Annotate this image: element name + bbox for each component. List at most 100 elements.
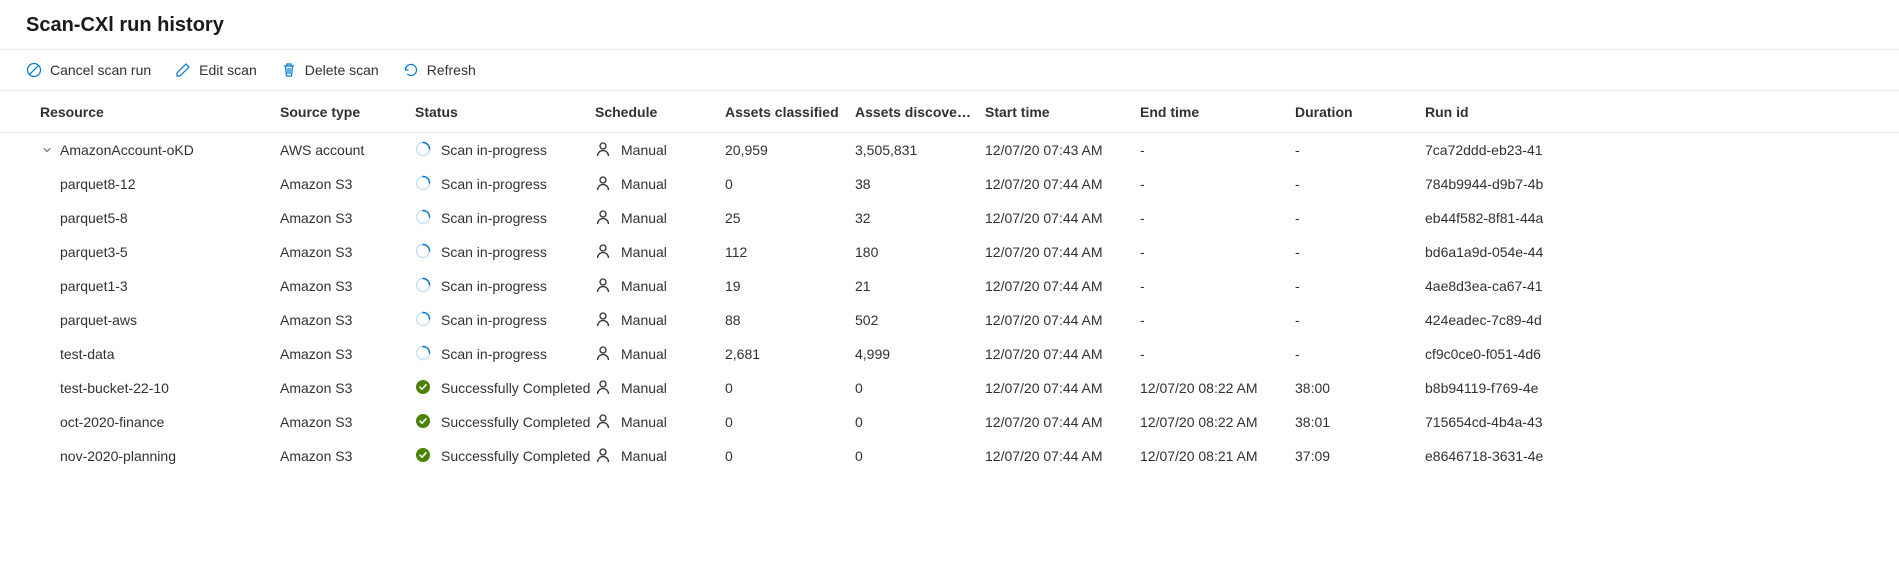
end-time-cell: - [1140, 278, 1295, 294]
start-time-cell: 12/07/20 07:44 AM [985, 210, 1140, 226]
delete-icon [281, 62, 297, 78]
resource-name: test-data [60, 346, 114, 362]
cancel-scan-run-label: Cancel scan run [50, 62, 151, 78]
col-end-time[interactable]: End time [1140, 104, 1295, 120]
source-type-cell: Amazon S3 [280, 210, 415, 226]
chevron-down-icon[interactable] [40, 144, 54, 156]
status-text: Scan in-progress [441, 210, 547, 226]
duration-cell: - [1295, 142, 1425, 158]
schedule-cell: Manual [595, 243, 725, 262]
resource-name: test-bucket-22-10 [60, 380, 169, 396]
table-row[interactable]: test-bucket-22-10 Amazon S3 Successfully C… [0, 371, 1899, 405]
spinner-icon [415, 141, 431, 160]
source-type-cell: Amazon S3 [280, 448, 415, 464]
resource-cell: oct-2020-finance [40, 414, 280, 430]
col-start-time[interactable]: Start time [985, 104, 1140, 120]
schedule-text: Manual [621, 346, 667, 362]
end-time-cell: - [1140, 312, 1295, 328]
edit-scan-button[interactable]: Edit scan [175, 60, 257, 80]
schedule-cell: Manual [595, 345, 725, 364]
schedule-cell: Manual [595, 175, 725, 194]
resource-cell: AmazonAccount-oKD [40, 142, 280, 158]
duration-cell: - [1295, 278, 1425, 294]
table-row[interactable]: parquet1-3Amazon S3Scan in-progressManua… [0, 269, 1899, 303]
run-id-cell: 7ca72ddd-eb23-41 [1425, 142, 1605, 158]
delete-scan-label: Delete scan [305, 62, 379, 78]
schedule-text: Manual [621, 448, 667, 464]
col-run-id[interactable]: Run id [1425, 104, 1605, 120]
assets-discovered-cell: 0 [855, 448, 985, 464]
table-row[interactable]: parquet5-8Amazon S3Scan in-progressManua… [0, 201, 1899, 235]
status-cell: Scan in-progress [415, 243, 595, 262]
table-header: Resource Source type Status Schedule Ass… [0, 91, 1899, 133]
schedule-text: Manual [621, 244, 667, 260]
run-id-cell: 4ae8d3ea-ca67-41 [1425, 278, 1605, 294]
person-icon [595, 413, 611, 432]
edit-icon [175, 62, 191, 78]
start-time-cell: 12/07/20 07:44 AM [985, 176, 1140, 192]
check-icon [415, 379, 431, 398]
start-time-cell: 12/07/20 07:44 AM [985, 448, 1140, 464]
table-row[interactable]: AmazonAccount-oKDAWS accountScan in-prog… [0, 133, 1899, 167]
table-row[interactable]: test-dataAmazon S3Scan in-progressManual… [0, 337, 1899, 371]
person-icon [595, 311, 611, 330]
start-time-cell: 12/07/20 07:44 AM [985, 278, 1140, 294]
schedule-text: Manual [621, 278, 667, 294]
table-row[interactable]: parquet8-12Amazon S3Scan in-progressManu… [0, 167, 1899, 201]
source-type-cell: AWS account [280, 142, 415, 158]
refresh-button[interactable]: Refresh [403, 60, 476, 80]
start-time-cell: 12/07/20 07:44 AM [985, 346, 1140, 362]
schedule-cell: Manual [595, 141, 725, 160]
assets-discovered-cell: 180 [855, 244, 985, 260]
status-cell: Successfully Completed [415, 413, 595, 432]
spinner-icon [415, 243, 431, 262]
schedule-cell: Manual [595, 379, 725, 398]
cancel-icon [26, 62, 42, 78]
assets-discovered-cell: 0 [855, 380, 985, 396]
refresh-icon [403, 62, 419, 78]
assets-discovered-cell: 21 [855, 278, 985, 294]
status-cell: Scan in-progress [415, 209, 595, 228]
cancel-scan-run-button[interactable]: Cancel scan run [26, 60, 151, 80]
status-text: Successfully Completed [441, 448, 590, 464]
resource-cell: test-bucket-22-10 [40, 380, 280, 396]
col-assets-classified[interactable]: Assets classified [725, 104, 855, 120]
spinner-icon [415, 277, 431, 296]
page-title: Scan-CXl run history [0, 14, 1899, 50]
table-row[interactable]: parquet3-5Amazon S3Scan in-progressManua… [0, 235, 1899, 269]
resource-cell: parquet1-3 [40, 278, 280, 294]
assets-classified-cell: 0 [725, 414, 855, 430]
status-cell: Scan in-progress [415, 141, 595, 160]
resource-cell: parquet5-8 [40, 210, 280, 226]
status-cell: Scan in-progress [415, 345, 595, 364]
source-type-cell: Amazon S3 [280, 414, 415, 430]
table-row[interactable]: nov-2020-planningAmazon S3Successfully C… [0, 439, 1899, 473]
table-row[interactable]: parquet-awsAmazon S3Scan in-progressManu… [0, 303, 1899, 337]
col-duration[interactable]: Duration [1295, 104, 1425, 120]
resource-name: oct-2020-finance [60, 414, 164, 430]
resource-name: parquet-aws [60, 312, 137, 328]
col-resource[interactable]: Resource [40, 104, 280, 120]
col-source-type[interactable]: Source type [280, 104, 415, 120]
assets-discovered-cell: 38 [855, 176, 985, 192]
assets-classified-cell: 0 [725, 448, 855, 464]
edit-scan-label: Edit scan [199, 62, 257, 78]
col-schedule[interactable]: Schedule [595, 104, 725, 120]
resource-name: parquet5-8 [60, 210, 128, 226]
assets-classified-cell: 19 [725, 278, 855, 294]
check-icon [415, 447, 431, 466]
assets-classified-cell: 112 [725, 244, 855, 260]
col-status[interactable]: Status [415, 104, 595, 120]
delete-scan-button[interactable]: Delete scan [281, 60, 379, 80]
end-time-cell: 12/07/20 08:21 AM [1140, 448, 1295, 464]
source-type-cell: Amazon S3 [280, 380, 415, 396]
status-text: Successfully Completed [441, 380, 590, 396]
person-icon [595, 141, 611, 160]
spinner-icon [415, 345, 431, 364]
table-row[interactable]: oct-2020-finance Amazon S3Successfully Co… [0, 405, 1899, 439]
col-assets-discovered[interactable]: Assets discove… [855, 104, 985, 120]
end-time-cell: - [1140, 142, 1295, 158]
end-time-cell: 12/07/20 08:22 AM [1140, 380, 1295, 396]
toolbar: Cancel scan run Edit scan Delete scan [0, 50, 1899, 91]
schedule-cell: Manual [595, 413, 725, 432]
